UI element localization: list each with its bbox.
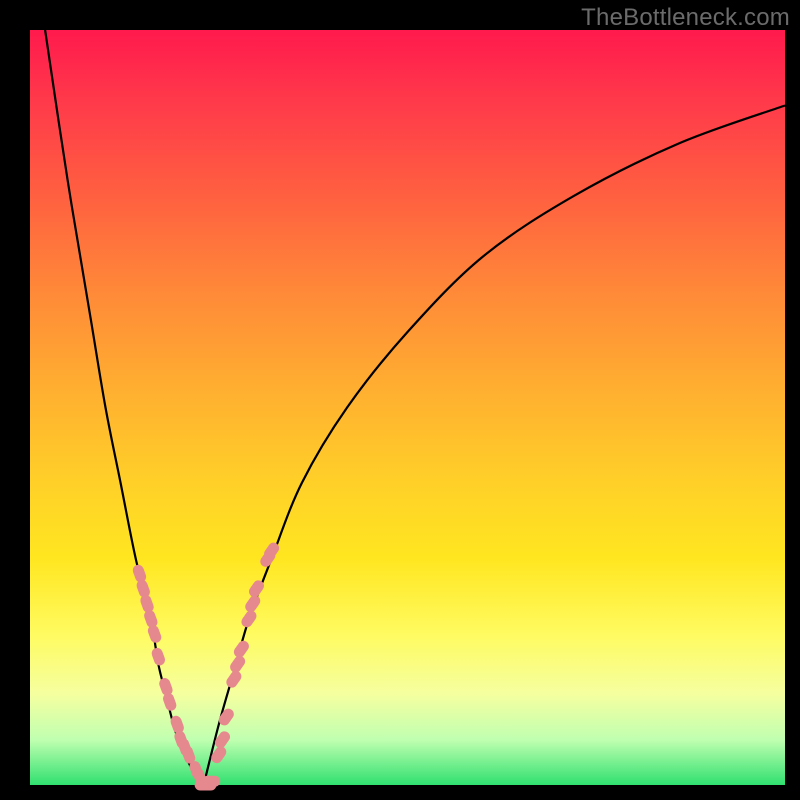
data-marker (161, 692, 177, 713)
data-marker (232, 639, 251, 660)
right-curve (204, 106, 785, 786)
chart-svg (30, 30, 785, 785)
data-marker (202, 776, 220, 787)
left-curve (45, 30, 204, 785)
data-marker (150, 646, 166, 667)
watermark-text: TheBottleneck.com (581, 4, 790, 32)
marker-group (131, 540, 281, 790)
plot-area (30, 30, 785, 785)
chart-frame: TheBottleneck.com (0, 0, 800, 800)
data-marker (146, 624, 162, 645)
